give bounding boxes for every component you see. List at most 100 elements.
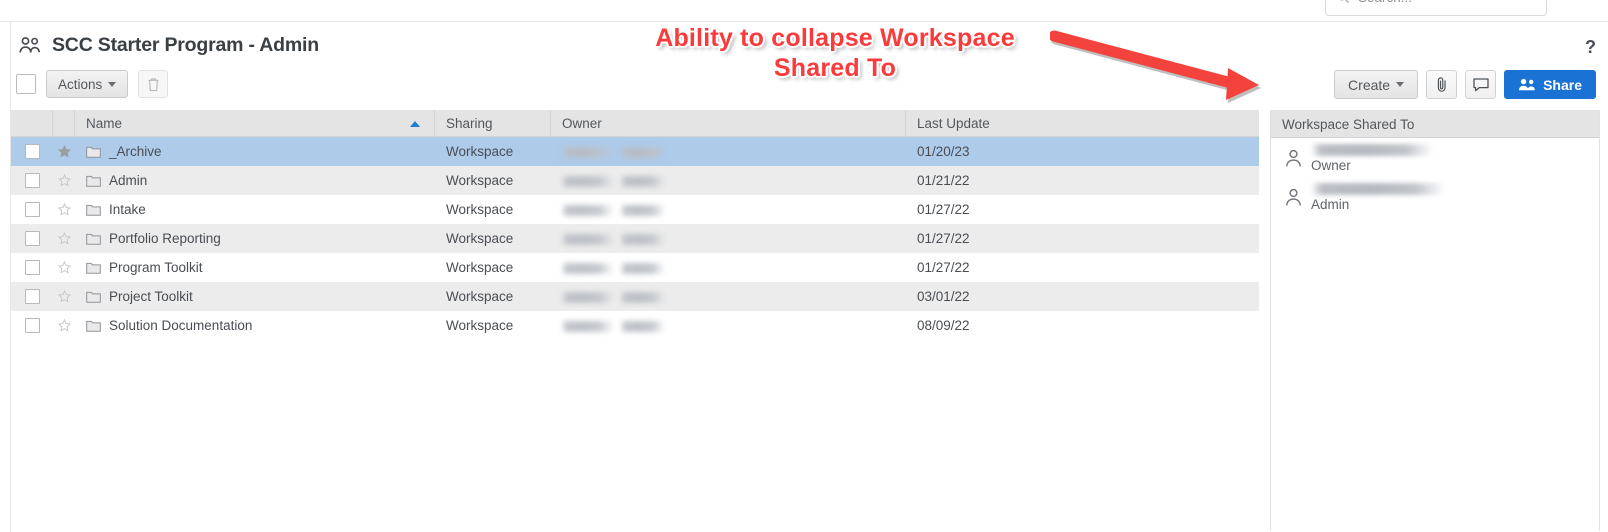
table-row[interactable]: Solution Documentation Workspace 08/09/22	[11, 311, 1259, 340]
shared-members-list: Owner Admin	[1271, 138, 1599, 216]
row-name-label: Program Toolkit	[109, 260, 203, 275]
row-owner-cell	[551, 224, 906, 253]
row-name-cell[interactable]: Project Toolkit	[75, 282, 435, 311]
row-sharing-cell: Workspace	[446, 144, 514, 159]
row-sharing-cell: Workspace	[446, 173, 514, 188]
shared-member-row[interactable]: Owner	[1271, 138, 1599, 177]
column-header-sharing[interactable]: Sharing	[435, 109, 551, 137]
row-name-label: Admin	[109, 173, 148, 188]
row-checkbox-cell[interactable]	[11, 224, 53, 253]
row-name-label: Portfolio Reporting	[109, 231, 221, 246]
folder-icon	[86, 204, 101, 216]
shared-member-text: Owner	[1311, 144, 1433, 173]
favorite-star-icon[interactable]	[57, 203, 71, 216]
folder-icon	[86, 175, 101, 187]
row-checkbox[interactable]	[24, 318, 40, 333]
row-owner-cell	[551, 166, 906, 195]
row-star-cell[interactable]	[53, 137, 75, 166]
column-header-last-update[interactable]: Last Update	[906, 110, 1259, 137]
row-name-label: _Archive	[109, 144, 162, 159]
row-sharing-cell: Workspace	[446, 202, 514, 217]
favorite-star-icon[interactable]	[57, 290, 71, 303]
row-star-cell[interactable]	[53, 253, 75, 282]
workspace-shared-to-panel: Workspace Shared To Owner Admin	[1270, 110, 1600, 531]
row-name-cell[interactable]: _Archive	[75, 137, 435, 166]
row-owner-cell	[551, 311, 906, 340]
favorite-star-icon[interactable]	[57, 145, 71, 158]
help-icon[interactable]: ?	[1585, 38, 1596, 56]
redacted-owner-name	[562, 320, 614, 332]
row-name-label: Solution Documentation	[109, 318, 253, 333]
shared-member-text: Admin	[1311, 183, 1445, 212]
row-name-cell[interactable]: Solution Documentation	[75, 311, 435, 340]
comment-button[interactable]	[1465, 70, 1497, 99]
row-checkbox[interactable]	[24, 202, 40, 217]
row-checkbox[interactable]	[24, 289, 40, 304]
row-checkbox-cell[interactable]	[11, 282, 53, 311]
create-button[interactable]: Create	[1334, 70, 1419, 99]
row-name-cell[interactable]: Admin	[75, 166, 435, 195]
row-last-update-cell: 08/09/22	[917, 318, 970, 333]
row-checkbox[interactable]	[24, 173, 40, 188]
row-checkbox[interactable]	[24, 260, 40, 275]
redacted-member-name	[1311, 144, 1433, 156]
delete-button[interactable]	[138, 70, 169, 98]
table-row[interactable]: Admin Workspace 01/21/22	[11, 166, 1259, 195]
search-input[interactable]: Search...	[1325, 0, 1547, 16]
column-header-star[interactable]	[53, 109, 75, 137]
redacted-owner-name	[562, 204, 614, 216]
redacted-owner-surname	[621, 291, 665, 303]
chevron-down-icon	[1396, 82, 1405, 87]
favorite-star-icon[interactable]	[57, 319, 71, 332]
person-icon	[1286, 149, 1301, 167]
row-name-cell[interactable]: Program Toolkit	[75, 253, 435, 282]
sort-ascending-icon[interactable]	[410, 120, 420, 127]
column-header-name[interactable]: Name	[75, 109, 435, 137]
share-button[interactable]: Share	[1504, 70, 1596, 99]
files-table: Name Sharing Owner Last Update _Archive W…	[11, 109, 1259, 531]
row-star-cell[interactable]	[53, 195, 75, 224]
redacted-owner-name	[562, 146, 614, 158]
table-row[interactable]: Intake Workspace 01/27/22	[11, 195, 1259, 224]
redacted-owner-name	[562, 175, 614, 187]
select-all-checkbox[interactable]	[16, 74, 36, 94]
folder-icon	[86, 146, 101, 158]
row-last-update-cell: 01/20/23	[917, 144, 970, 159]
row-checkbox-cell[interactable]	[11, 253, 53, 282]
column-header-name-label: Name	[86, 115, 123, 131]
favorite-star-icon[interactable]	[57, 232, 71, 245]
table-row[interactable]: _Archive Workspace 01/20/23	[11, 137, 1259, 166]
trash-icon	[148, 77, 159, 91]
row-checkbox[interactable]	[24, 231, 40, 246]
row-star-cell[interactable]	[53, 311, 75, 340]
favorite-star-icon[interactable]	[57, 261, 71, 274]
paperclip-icon	[1437, 77, 1446, 92]
row-checkbox-cell[interactable]	[11, 137, 53, 166]
column-header-checkbox[interactable]	[11, 109, 53, 137]
row-sharing-cell: Workspace	[446, 318, 514, 333]
favorite-star-icon[interactable]	[57, 174, 71, 187]
row-checkbox-cell[interactable]	[11, 311, 53, 340]
page-header: SCC Starter Program - Admin	[18, 34, 319, 57]
row-name-cell[interactable]: Intake	[75, 195, 435, 224]
redacted-owner-surname	[621, 320, 665, 332]
row-checkbox-cell[interactable]	[11, 195, 53, 224]
row-name-cell[interactable]: Portfolio Reporting	[75, 224, 435, 253]
column-header-owner[interactable]: Owner	[551, 109, 906, 137]
share-button-label: Share	[1543, 76, 1582, 93]
row-checkbox[interactable]	[24, 144, 40, 159]
row-checkbox-cell[interactable]	[11, 166, 53, 195]
shared-member-row[interactable]: Admin	[1271, 177, 1599, 216]
table-row[interactable]: Program Toolkit Workspace 01/27/22	[11, 253, 1259, 282]
actions-button-label: Actions	[58, 76, 103, 92]
actions-button[interactable]: Actions	[46, 70, 129, 98]
row-last-update-cell: 01/27/22	[917, 202, 970, 217]
row-star-cell[interactable]	[53, 282, 75, 311]
row-star-cell[interactable]	[53, 166, 75, 195]
table-row[interactable]: Project Toolkit Workspace 03/01/22	[11, 282, 1259, 311]
row-name-label: Intake	[109, 202, 146, 217]
row-star-cell[interactable]	[53, 224, 75, 253]
attach-button[interactable]	[1426, 70, 1458, 99]
row-sharing-cell: Workspace	[446, 231, 514, 246]
table-row[interactable]: Portfolio Reporting Workspace 01/27/22	[11, 224, 1259, 253]
